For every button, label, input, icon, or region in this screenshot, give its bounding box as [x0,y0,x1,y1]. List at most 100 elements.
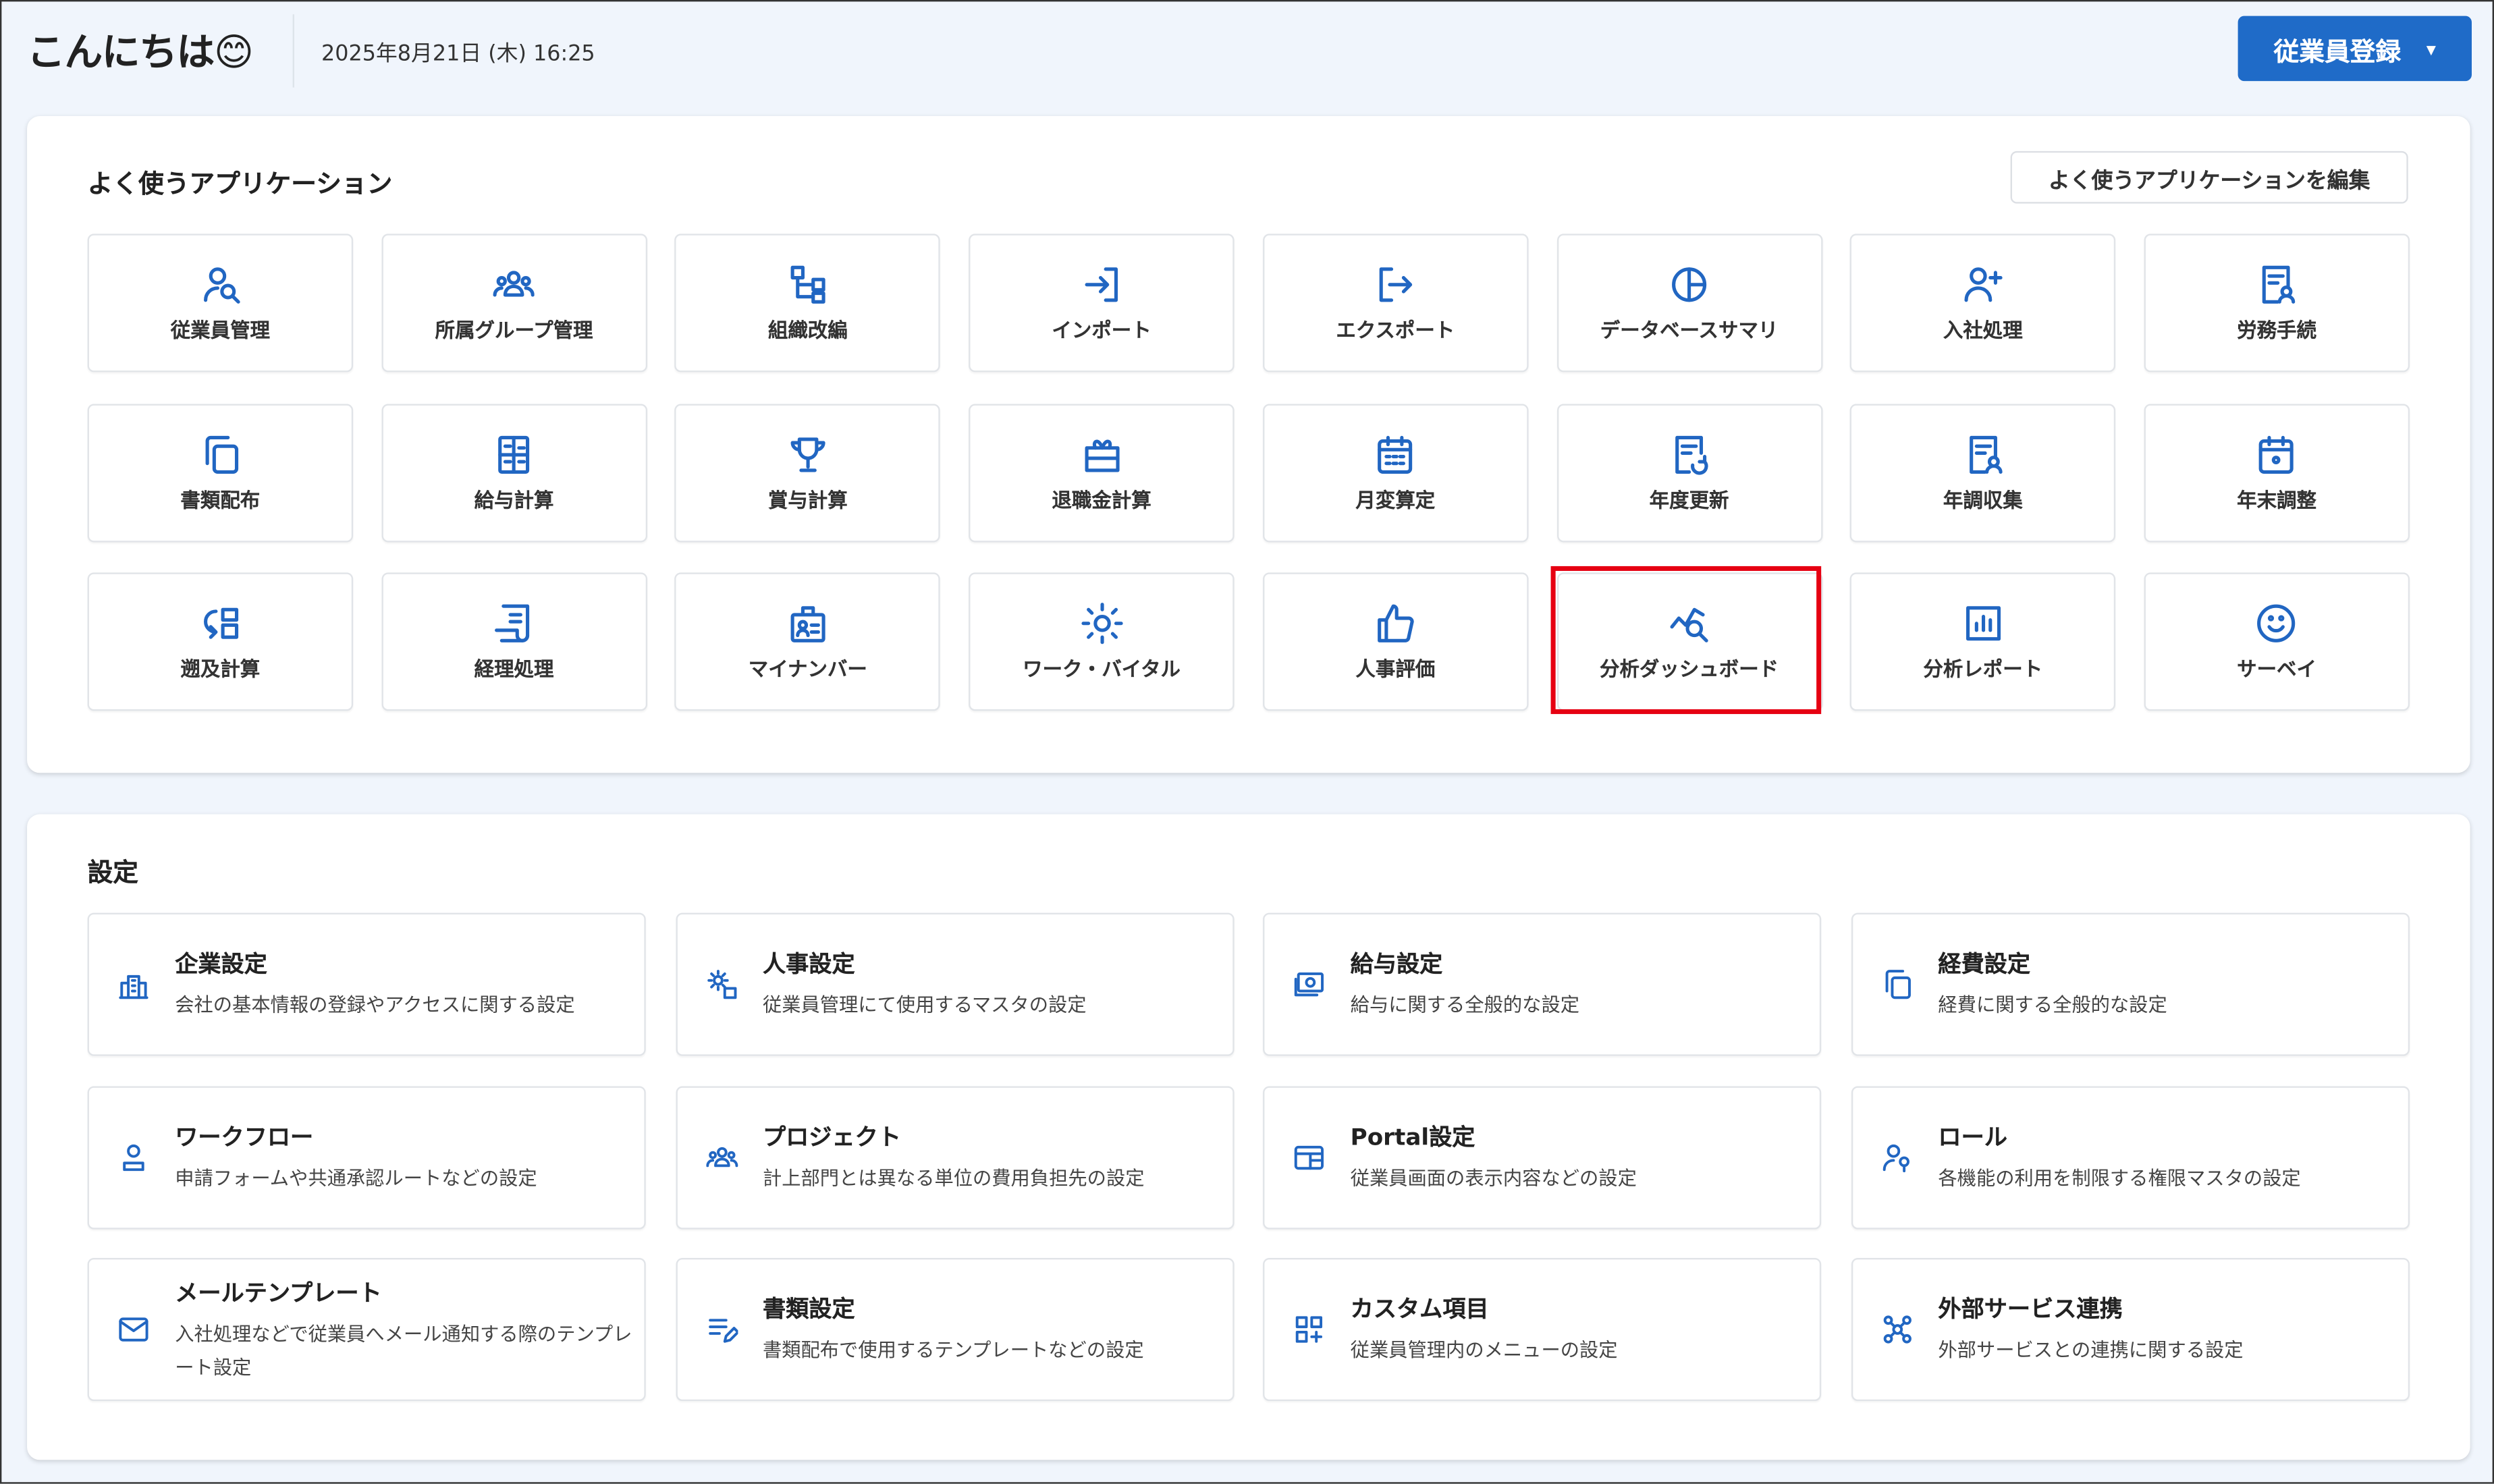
home-page: こんにちは😊 2025年8月21日 (木) 16:25 従業員登録 ▾ よく使う… [0,0,2494,1484]
current-datetime: 2025年8月21日 (木) 16:25 [321,41,595,67]
app-tile-label: 月変算定 [1355,487,1436,512]
settings-tile[interactable]: プロジェクト計上部門とは異なる単位の費用負担先の設定 [675,1085,1234,1229]
app-tile-label: 分析ダッシュボード [1600,657,1779,681]
app-tile[interactable]: 分析レポート [1850,572,2116,711]
register-employee-button[interactable]: 従業員登録 ▾ [2238,16,2472,82]
network-icon [1881,1313,1913,1345]
settings-tile-title: メールテンプレート [175,1281,382,1307]
settings-tile-description: 会社の基本情報の登録やアクセスに関する設定 [175,993,575,1016]
sun-icon [1081,603,1122,644]
app-tile-label: 所属グループ管理 [435,318,593,342]
doc-user-icon [1962,433,2003,474]
app-tile-label: 賞与計算 [767,487,848,512]
smile-icon [2256,603,2297,644]
app-tile[interactable]: マイナンバー [675,572,941,711]
gear-user-icon [705,968,737,1000]
app-tile[interactable]: 月変算定 [1262,403,1529,542]
settings-tile[interactable]: Portal設定 従業員画面の表示内容などの設定 [1263,1085,1822,1229]
retro-icon [200,603,241,644]
settings-tile-title: ロール [1938,1125,2007,1151]
app-tile[interactable]: 所属グループ管理 [381,233,647,373]
trophy-icon [787,433,828,474]
settings-tile[interactable]: ワークフロー 申請フォームや共通承認ルートなどの設定 [87,1085,646,1229]
app-tile[interactable]: 人事評価 [1262,572,1529,711]
app-tile[interactable]: 経理処理 [381,572,647,711]
app-tile-label: インポート [1052,318,1151,342]
app-tile-label: 労務手続 [2237,318,2316,342]
settings-tile[interactable]: 給与設定給与に関する全般的な設定 [1263,912,1822,1056]
app-tile[interactable]: インポート [969,233,1235,373]
edit-frequent-apps-button[interactable]: よく使うアプリケーションを編集 [2010,150,2408,204]
settings-tile[interactable]: メールテンプレート入社処理などで従業員へメール通知する際のテンプレート設定 [87,1257,646,1402]
export-icon [1375,264,1416,305]
app-tile-label: サーベイ [2237,657,2316,681]
settings-tile[interactable]: 人事設定 従業員管理にて使用するマスタの設定 [675,912,1234,1056]
thumb-icon [1375,603,1416,644]
register-employee-label: 従業員登録 [2273,36,2402,66]
app-tile[interactable]: 年度更新 [1556,403,1822,542]
settings-tile-title: 外部サービス連携 [1938,1297,2123,1323]
settings-tile-description: 外部サービスとの連携に関する設定 [1938,1339,2244,1362]
app-tile[interactable]: 給与計算 [381,403,647,542]
app-tile[interactable]: サーベイ [2144,572,2410,711]
app-tile[interactable]: 組織改編 [675,233,941,373]
frequent-apps-panel: よく使うアプリケーション よく使うアプリケーションを編集 従業員管理 所属グループ… [27,116,2470,773]
receipt-icon [493,603,535,644]
app-tile-label: 書類配布 [180,487,261,512]
settings-tile-description: 各機能の利用を制限する権限マスタの設定 [1938,1166,2301,1189]
app-tile-label: ワーク・バイタル [1023,657,1181,681]
app-tile-label: 給与計算 [474,487,554,512]
app-tile[interactable]: 年調収集 [1850,403,2116,542]
app-tile-label: 退職金計算 [1052,487,1151,512]
settings-tile-title: 給与設定 [1350,952,1443,979]
app-tile-label: 従業員管理 [170,318,271,342]
settings-tile-description: 入社処理などで従業員へメール通知する際のテンプレート設定 [175,1322,632,1378]
list-edit-icon [705,1313,739,1345]
settings-tile-title: プロジェクト [762,1125,901,1151]
settings-tile[interactable]: ロール各機能の利用を制限する権限マスタの設定 [1850,1085,2409,1229]
settings-tile-title: Portal設定 [1350,1125,1475,1151]
app-tile[interactable]: 賞与計算 [675,403,941,542]
calculator-icon [493,433,535,474]
user-add-icon [1962,264,2003,305]
app-tile[interactable]: 従業員管理 [87,233,354,373]
settings-tile-title: カスタム項目 [1350,1297,1489,1323]
app-tile[interactable]: 分析ダッシュボード [1556,572,1822,711]
user-icon [117,1141,149,1173]
settings-tile[interactable]: 書類設定 書類配布で使用するテンプレートなどの設定 [675,1257,1234,1402]
app-tile[interactable]: データベースサマリ [1556,233,1822,373]
app-tile-label: 年末調整 [2237,487,2316,512]
app-tile[interactable]: エクスポート [1262,233,1529,373]
doc-user-icon [2256,264,2297,305]
app-tile[interactable]: 書類配布 [87,403,354,542]
settings-panel: 設定 企業設定 会社の基本情報の登録やアクセスに関する設定 人事設定 従業員管理にて使… [27,814,2470,1460]
settings-tile[interactable]: 外部サービス連携外部サービスとの連携に関する設定 [1850,1257,2409,1402]
chart-search-icon [1669,603,1710,644]
settings-tile-title: 経費設定 [1938,952,2031,979]
user-search-icon [200,264,241,305]
group-icon [493,264,535,305]
calendar-grid-icon [1375,433,1416,474]
app-tile-label: 組織改編 [767,318,848,342]
settings-tile-description: 従業員管理内のメニューの設定 [1350,1339,1618,1362]
settings-tile-description: 給与に関する全般的な設定 [1350,993,1580,1016]
settings-tile-description: 申請フォームや共通承認ルートなどの設定 [175,1166,537,1189]
doc-refresh-icon [1669,433,1710,474]
settings-tile-description: 計上部門とは異なる単位の費用負担先の設定 [762,1166,1145,1189]
app-tile-label: 年度更新 [1649,487,1729,512]
bar-chart-icon [1962,603,2003,644]
pie-icon [1669,264,1710,305]
app-tile-label: エクスポート [1336,318,1455,342]
greeting: こんにちは😊 [27,30,254,75]
header-divider [292,14,294,88]
settings-tile[interactable]: 企業設定 会社の基本情報の登録やアクセスに関する設定 [87,912,646,1056]
settings-tile-title: 人事設定 [762,952,855,979]
app-tile[interactable]: 入社処理 [1850,233,2116,373]
settings-tile[interactable]: 経費設定 経費に関する全般的な設定 [1850,912,2409,1056]
app-tile[interactable]: ワーク・バイタル [969,572,1235,711]
app-tile[interactable]: 年末調整 [2144,403,2410,542]
app-tile[interactable]: 退職金計算 [969,403,1235,542]
app-tile[interactable]: 労務手続 [2144,233,2410,373]
settings-tile[interactable]: カスタム項目従業員管理内のメニューの設定 [1263,1257,1822,1402]
app-tile[interactable]: 遡及計算 [87,572,354,711]
